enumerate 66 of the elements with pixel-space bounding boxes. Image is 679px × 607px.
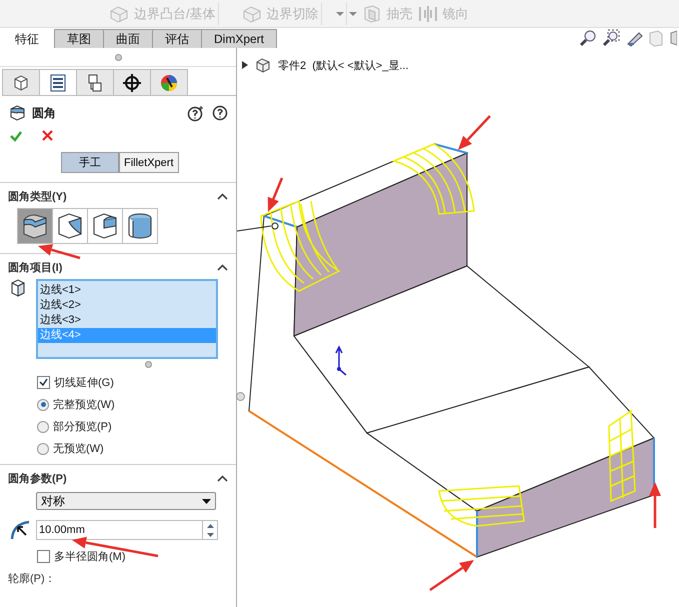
fillet-type-button[interactable] <box>52 208 88 244</box>
list-icon <box>48 72 68 92</box>
feature-title: 圆角 <box>32 104 56 122</box>
spin-down-icon[interactable] <box>206 532 214 536</box>
checkmark-icon[interactable] <box>10 130 22 142</box>
option-label: 完整预览(W) <box>53 398 115 412</box>
fillet-type-button[interactable] <box>17 208 53 244</box>
zoom-icon[interactable] <box>579 29 597 47</box>
crosshair-icon <box>122 72 142 92</box>
option-label: 切线延伸(G) <box>54 376 114 390</box>
radio-button[interactable] <box>37 420 49 432</box>
resize-handle[interactable] <box>144 361 152 368</box>
checkmark-icon <box>39 378 48 387</box>
option-label: 多半径圆角(M) <box>54 550 126 564</box>
radius-icon <box>10 519 32 541</box>
option-label: 部分预览(P) <box>53 420 112 434</box>
spin-buttons[interactable] <box>202 520 218 540</box>
annotation-arrow <box>429 560 474 592</box>
option-label: 无预览(W) <box>53 442 104 456</box>
annotation-arrow <box>649 482 661 528</box>
radio-button[interactable] <box>37 398 49 410</box>
annotation-arrow <box>268 178 284 212</box>
edge-list[interactable]: 边线<1> 边线<2> 边线<3> 边线<4> <box>36 279 218 359</box>
fillet-icon <box>8 104 26 122</box>
axis-triad-icon <box>335 345 346 376</box>
color-wheel-icon <box>159 72 179 92</box>
tab[interactable]: 曲面 <box>103 29 153 48</box>
radius-field[interactable]: 10.00mm <box>36 520 202 540</box>
method-dropdown[interactable]: 对称 <box>36 492 216 510</box>
tab[interactable]: DimXpert <box>201 29 278 48</box>
zoom-box-icon[interactable] <box>602 29 620 47</box>
annotation-arrow <box>458 115 491 150</box>
list-item[interactable]: 边线<1> <box>38 283 216 298</box>
list-item[interactable]: 边线<3> <box>38 313 216 328</box>
field-label: 轮廓(P)： <box>8 572 57 586</box>
list-item[interactable]: 边线<2> <box>38 298 216 313</box>
part-icon <box>254 56 272 74</box>
tree-item[interactable]: 零件2 (默认< <默认>_显... <box>278 58 409 72</box>
tab[interactable]: 评估 <box>152 29 202 48</box>
close-icon[interactable] <box>42 130 53 141</box>
panel-tab[interactable] <box>150 69 188 95</box>
checkbox[interactable] <box>37 550 50 563</box>
radio-button[interactable] <box>37 442 49 454</box>
section-title: 圆角项目(I) <box>8 260 62 275</box>
panel-tab[interactable] <box>113 69 151 95</box>
chevron-icon[interactable] <box>217 193 228 200</box>
mode-button[interactable]: 手工 <box>61 152 119 173</box>
checkbox[interactable] <box>37 376 50 389</box>
section-title: 圆角参数(P) <box>8 472 67 486</box>
tab[interactable]: 草图 <box>54 29 104 48</box>
edge-icon <box>10 279 26 297</box>
splitter-handle[interactable] <box>114 54 122 60</box>
chevron-icon[interactable] <box>217 264 228 271</box>
fillet-type-button[interactable] <box>122 208 158 244</box>
annotation-arrow <box>38 244 80 260</box>
mode-button[interactable]: FilletXpert <box>119 152 179 173</box>
help-icon[interactable] <box>187 104 204 122</box>
panel-tab[interactable] <box>76 69 114 95</box>
help-icon[interactable] <box>212 104 228 120</box>
spin-up-icon[interactable] <box>206 524 214 528</box>
fillet-type-button[interactable] <box>87 208 123 244</box>
panel-tab[interactable] <box>2 69 40 95</box>
section-title: 圆角类型(Y) <box>8 190 67 204</box>
caret-icon <box>202 498 211 504</box>
expand-arrow-icon[interactable] <box>242 61 248 69</box>
chevron-icon[interactable] <box>217 475 228 482</box>
